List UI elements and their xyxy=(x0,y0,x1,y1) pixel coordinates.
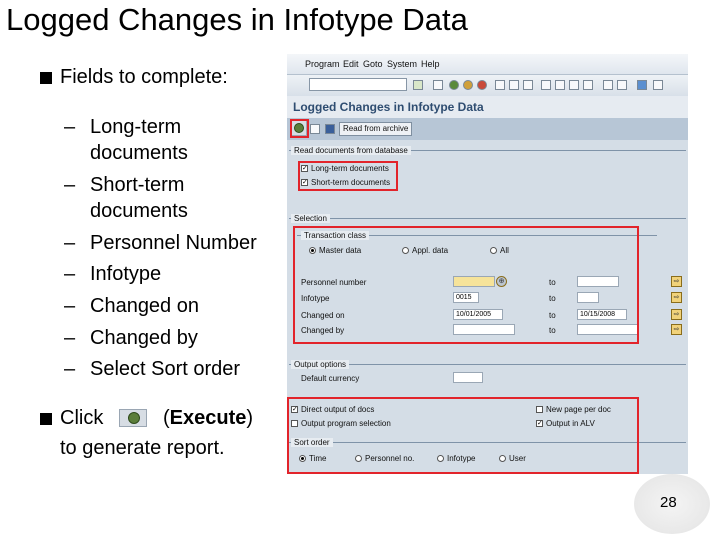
find-next-icon[interactable] xyxy=(523,80,533,90)
dash: – xyxy=(64,174,76,196)
default-currency-label: Default currency xyxy=(301,374,360,383)
menu-system[interactable]: System xyxy=(387,59,417,69)
layout-menu-icon[interactable] xyxy=(653,80,663,90)
sub-item-changed-on: Changed on xyxy=(90,295,199,317)
sub-item-long-term: Long-term documents xyxy=(90,116,188,164)
read-from-archive-button[interactable]: Read from archive xyxy=(339,122,413,136)
save-icon[interactable] xyxy=(433,80,443,90)
selection-highlight-box xyxy=(293,226,639,344)
page-number: 28 xyxy=(660,494,677,511)
shortcut-icon[interactable] xyxy=(617,80,627,90)
slide-title: Logged Changes in Infotype Data xyxy=(6,2,468,37)
sub-item-short-term: Short-term documents xyxy=(90,174,188,222)
first-page-icon[interactable] xyxy=(541,80,551,90)
sap-screenshot: Program Edit Goto System Help Logged Cha… xyxy=(287,54,688,474)
documents-highlight-box xyxy=(298,161,398,191)
exit-icon[interactable] xyxy=(463,80,473,90)
selection-label: Selection xyxy=(291,214,330,223)
multiple-selection-icon[interactable]: ⇨ xyxy=(671,292,682,303)
generate-report-text: to generate report. xyxy=(60,437,225,459)
execute-highlight-box xyxy=(290,119,309,138)
screen-title: Logged Changes in Infotype Data xyxy=(293,100,484,114)
dash: – xyxy=(64,358,76,380)
menu-program[interactable]: Program xyxy=(305,59,340,69)
sub-item-sort-order: Select Sort order xyxy=(90,358,241,380)
enter-icon[interactable] xyxy=(413,80,423,90)
dash: – xyxy=(64,295,76,317)
bullet-square xyxy=(40,413,52,425)
menu-edit[interactable]: Edit xyxy=(343,59,359,69)
save-variant-icon[interactable] xyxy=(325,124,335,134)
dash: – xyxy=(64,116,76,138)
read-documents-label: Read documents from database xyxy=(291,146,411,155)
multiple-selection-icon[interactable]: ⇨ xyxy=(671,309,682,320)
bullet-square xyxy=(40,72,52,84)
dash: – xyxy=(64,327,76,349)
command-field[interactable] xyxy=(309,78,407,91)
last-page-icon[interactable] xyxy=(583,80,593,90)
print-icon[interactable] xyxy=(495,80,505,90)
prev-page-icon[interactable] xyxy=(555,80,565,90)
variant-icon[interactable] xyxy=(310,124,320,134)
output-sort-highlight-box xyxy=(287,397,639,474)
cancel-icon[interactable] xyxy=(477,80,487,90)
sub-item-personnel-number: Personnel Number xyxy=(90,232,257,254)
help-icon[interactable] xyxy=(637,80,647,90)
new-session-icon[interactable] xyxy=(603,80,613,90)
sub-item-infotype: Infotype xyxy=(90,263,162,285)
multiple-selection-icon[interactable]: ⇨ xyxy=(671,276,682,287)
sub-item-changed-by: Changed by xyxy=(90,327,198,349)
dash: – xyxy=(64,263,76,285)
default-currency-input[interactable] xyxy=(453,372,483,383)
click-text: Click xyxy=(60,407,104,429)
execute-button-icon xyxy=(119,409,147,427)
dash: – xyxy=(64,232,76,254)
next-page-icon[interactable] xyxy=(569,80,579,90)
multiple-selection-icon[interactable]: ⇨ xyxy=(671,324,682,335)
bullet-fields-to-complete: Fields to complete: xyxy=(60,66,228,88)
find-icon[interactable] xyxy=(509,80,519,90)
back-icon[interactable] xyxy=(449,80,459,90)
execute-label-line: (Execute) xyxy=(163,407,254,429)
execute-label: Execute xyxy=(169,407,247,429)
menu-help[interactable]: Help xyxy=(421,59,440,69)
output-options-label: Output options xyxy=(291,360,350,369)
menu-goto[interactable]: Goto xyxy=(363,59,383,69)
